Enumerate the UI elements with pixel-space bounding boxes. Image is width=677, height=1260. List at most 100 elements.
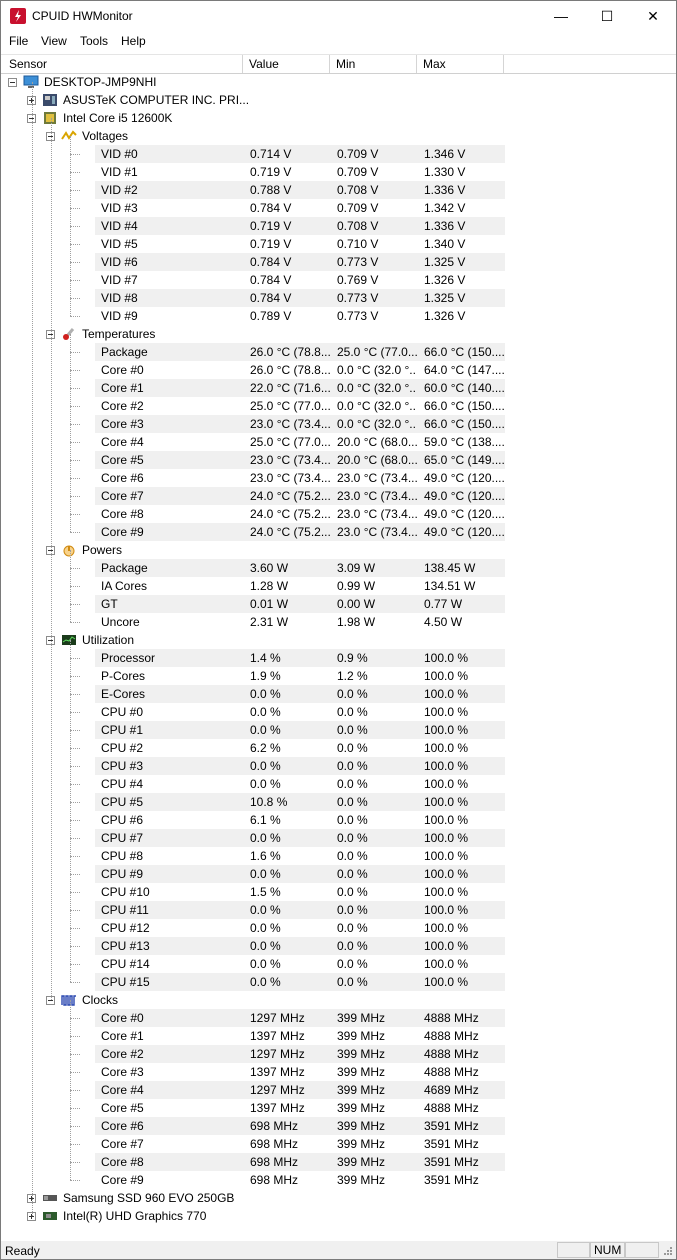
sensor-row[interactable]: Core #4 1297 MHz 399 MHz 4689 MHz (1, 1081, 676, 1099)
sensor-row[interactable]: CPU #2 6.2 % 0.0 % 100.0 % (1, 739, 676, 757)
sensor-row[interactable]: VID #9 0.789 V 0.773 V 1.326 V (1, 307, 676, 325)
close-button[interactable]: ✕ (630, 1, 676, 32)
sensor-row[interactable]: CPU #15 0.0 % 0.0 % 100.0 % (1, 973, 676, 991)
tree-connector (70, 946, 80, 947)
sensor-row[interactable]: Core #5 1397 MHz 399 MHz 4888 MHz (1, 1099, 676, 1117)
sensor-row[interactable]: IA Cores 1.28 W 0.99 W 134.51 W (1, 577, 676, 595)
menu-view[interactable]: View (41, 34, 67, 48)
min-cell: 0.769 V (337, 273, 379, 287)
sensor-row[interactable]: CPU #10 1.5 % 0.0 % 100.0 % (1, 883, 676, 901)
sensor-row[interactable]: VID #2 0.788 V 0.708 V 1.336 V (1, 181, 676, 199)
value-cell: 24.0 °C (75.2... (250, 489, 330, 503)
tree-connector (70, 712, 80, 713)
sensor-row[interactable]: VID #4 0.719 V 0.708 V 1.336 V (1, 217, 676, 235)
sensor-label: CPU #6 (101, 813, 144, 827)
sensor-row[interactable]: Core #2 1297 MHz 399 MHz 4888 MHz (1, 1045, 676, 1063)
sensor-row[interactable]: Core #7 24.0 °C (75.2... 23.0 °C (73.4... 4… (1, 487, 676, 505)
menu-help[interactable]: Help (121, 34, 146, 48)
sensor-row[interactable]: P-Cores 1.9 % 1.2 % 100.0 % (1, 667, 676, 685)
sensor-row[interactable]: CPU #8 1.6 % 0.0 % 100.0 % (1, 847, 676, 865)
max-cell: 1.346 V (424, 147, 466, 161)
sensor-label: Core #3 (101, 417, 144, 431)
sensor-row[interactable]: VID #3 0.784 V 0.709 V 1.342 V (1, 199, 676, 217)
sensor-row[interactable]: Processor 1.4 % 0.9 % 100.0 % (1, 649, 676, 667)
max-cell: 100.0 % (424, 813, 469, 827)
max-cell: 3591 MHz (424, 1119, 479, 1133)
sensor-row[interactable]: CPU #3 0.0 % 0.0 % 100.0 % (1, 757, 676, 775)
sensor-row[interactable]: CPU #9 0.0 % 0.0 % 100.0 % (1, 865, 676, 883)
sensor-row[interactable]: Core #9 698 MHz 399 MHz 3591 MHz (1, 1171, 676, 1189)
sensor-row[interactable]: Core #0 1297 MHz 399 MHz 4888 MHz (1, 1009, 676, 1027)
minimize-button[interactable]: — (538, 1, 584, 32)
menu-tools[interactable]: Tools (80, 34, 108, 48)
sensor-row[interactable]: Core #8 24.0 °C (75.2... 23.0 °C (73.4... 4… (1, 505, 676, 523)
sensor-row[interactable]: CPU #5 10.8 % 0.0 % 100.0 % (1, 793, 676, 811)
sensor-row[interactable]: Core #1 1397 MHz 399 MHz 4888 MHz (1, 1027, 676, 1045)
tree-group-clocks[interactable]: Clocks (1, 991, 676, 1009)
sensor-row[interactable]: Core #1 22.0 °C (71.6... 0.0 °C (32.0 °...… (1, 379, 676, 397)
sensor-row[interactable]: CPU #14 0.0 % 0.0 % 100.0 % (1, 955, 676, 973)
max-cell: 138.45 W (424, 561, 476, 575)
value-cell: 0.0 % (250, 705, 281, 719)
sensor-row[interactable]: Core #7 698 MHz 399 MHz 3591 MHz (1, 1135, 676, 1153)
tree-item-gpu[interactable]: Intel(R) UHD Graphics 770 (1, 1207, 676, 1225)
sensor-row[interactable]: CPU #6 6.1 % 0.0 % 100.0 % (1, 811, 676, 829)
tree-group-temperatures[interactable]: Temperatures (1, 325, 676, 343)
sensor-row[interactable]: CPU #13 0.0 % 0.0 % 100.0 % (1, 937, 676, 955)
collapse-icon[interactable] (8, 78, 17, 87)
sensor-row[interactable]: VID #1 0.719 V 0.709 V 1.330 V (1, 163, 676, 181)
tree-item-motherboard[interactable]: ASUSTeK COMPUTER INC. PRI... (1, 91, 676, 109)
column-value[interactable]: Value (243, 55, 330, 73)
sensor-row[interactable]: Core #8 698 MHz 399 MHz 3591 MHz (1, 1153, 676, 1171)
sensor-row[interactable]: Package 26.0 °C (78.8... 25.0 °C (77.0... 6… (1, 343, 676, 361)
sensor-row[interactable]: CPU #0 0.0 % 0.0 % 100.0 % (1, 703, 676, 721)
sensor-row[interactable]: CPU #7 0.0 % 0.0 % 100.0 % (1, 829, 676, 847)
sensor-row[interactable]: Package 3.60 W 3.09 W 138.45 W (1, 559, 676, 577)
sensor-row[interactable]: Core #6 23.0 °C (73.4... 23.0 °C (73.4... 4… (1, 469, 676, 487)
title-bar[interactable]: CPUID HWMonitor — ☐ ✕ (1, 1, 676, 32)
sensor-row[interactable]: CPU #11 0.0 % 0.0 % 100.0 % (1, 901, 676, 919)
sensor-label: CPU #2 (101, 741, 144, 755)
column-header: Sensor Value Min Max (1, 54, 676, 74)
sensor-row[interactable]: Core #4 25.0 °C (77.0... 20.0 °C (68.0... 5… (1, 433, 676, 451)
sensor-row[interactable]: Core #9 24.0 °C (75.2... 23.0 °C (73.4... 4… (1, 523, 676, 541)
tree-group-utilization[interactable]: Utilization (1, 631, 676, 649)
resize-grip[interactable] (662, 1245, 672, 1255)
sensor-row[interactable]: Core #5 23.0 °C (73.4... 20.0 °C (68.0... 6… (1, 451, 676, 469)
maximize-button[interactable]: ☐ (584, 1, 630, 32)
sensor-label: Powers (82, 543, 123, 557)
tree-group-voltages[interactable]: Voltages (1, 127, 676, 145)
value-cell: 1397 MHz (250, 1065, 305, 1079)
min-cell: 0.0 °C (32.0 °... (337, 399, 417, 413)
tree-item-computer[interactable]: DESKTOP-JMP9NHI (1, 73, 676, 91)
sensor-row[interactable]: Uncore 2.31 W 1.98 W 4.50 W (1, 613, 676, 631)
sensor-row[interactable]: Core #3 1397 MHz 399 MHz 4888 MHz (1, 1063, 676, 1081)
sensor-row[interactable]: CPU #1 0.0 % 0.0 % 100.0 % (1, 721, 676, 739)
column-sensor[interactable]: Sensor (3, 55, 243, 73)
sensor-row[interactable]: VID #6 0.784 V 0.773 V 1.325 V (1, 253, 676, 271)
sensor-row[interactable]: Core #0 26.0 °C (78.8... 0.0 °C (32.0 °...… (1, 361, 676, 379)
sensor-row[interactable]: VID #8 0.784 V 0.773 V 1.325 V (1, 289, 676, 307)
sensor-row[interactable]: VID #5 0.719 V 0.710 V 1.340 V (1, 235, 676, 253)
sensor-row[interactable]: VID #0 0.714 V 0.709 V 1.346 V (1, 145, 676, 163)
column-max[interactable]: Max (417, 55, 504, 73)
sensor-row[interactable]: Core #2 25.0 °C (77.0... 0.0 °C (32.0 °...… (1, 397, 676, 415)
sensor-row[interactable]: Core #6 698 MHz 399 MHz 3591 MHz (1, 1117, 676, 1135)
sensor-row[interactable]: CPU #12 0.0 % 0.0 % 100.0 % (1, 919, 676, 937)
min-cell: 0.0 % (337, 885, 368, 899)
tree-group-powers[interactable]: Powers (1, 541, 676, 559)
column-min[interactable]: Min (330, 55, 417, 73)
tree-item-cpu[interactable]: Intel Core i5 12600K (1, 109, 676, 127)
sensor-row[interactable]: CPU #4 0.0 % 0.0 % 100.0 % (1, 775, 676, 793)
min-cell: 0.0 % (337, 903, 368, 917)
ssd-icon (42, 1191, 58, 1205)
tree-item-ssd[interactable]: Samsung SSD 960 EVO 250GB (1, 1189, 676, 1207)
sensor-row[interactable]: VID #7 0.784 V 0.769 V 1.326 V (1, 271, 676, 289)
sensor-row[interactable]: GT 0.01 W 0.00 W 0.77 W (1, 595, 676, 613)
menu-file[interactable]: File (9, 34, 28, 48)
sensor-row[interactable]: Core #3 23.0 °C (73.4... 0.0 °C (32.0 °...… (1, 415, 676, 433)
sensor-row[interactable]: E-Cores 0.0 % 0.0 % 100.0 % (1, 685, 676, 703)
max-cell: 100.0 % (424, 831, 469, 845)
value-cell: 0.0 % (250, 975, 281, 989)
clock-icon (61, 993, 77, 1007)
